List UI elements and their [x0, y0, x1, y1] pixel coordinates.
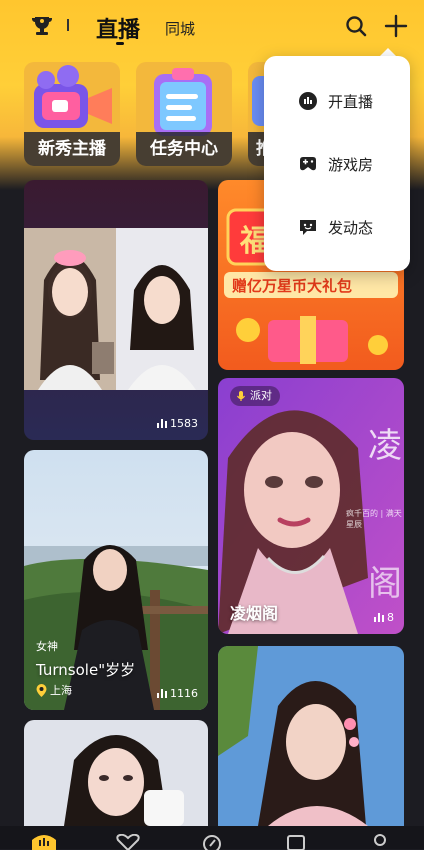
- bar-chart-icon: [157, 689, 167, 698]
- menu-item-label: 发动态: [328, 218, 374, 237]
- party-tag: 派对: [230, 386, 280, 406]
- menu-caret: [380, 48, 396, 56]
- profile-icon[interactable]: [366, 834, 394, 850]
- promo-banner-text: 赠亿万星币大礼包: [232, 277, 353, 295]
- top-header: 直播 同城: [0, 0, 424, 56]
- create-menu: 开直播 游戏房 发动态: [264, 56, 410, 271]
- home-live-icon[interactable]: [30, 834, 58, 850]
- party-tag-label: 派对: [250, 389, 272, 402]
- viewer-count: 1583: [157, 417, 198, 430]
- art-text-bottom: 阁: [368, 564, 402, 604]
- host-caption: 女神: [36, 640, 58, 653]
- feature-new-host[interactable]: 新秀主播: [24, 62, 120, 166]
- live-thumbnail: [24, 180, 208, 440]
- live-card-4[interactable]: 女神 Turnsole"岁岁 上海 1116: [24, 450, 208, 710]
- post-icon: [300, 220, 316, 235]
- menu-item-go-live[interactable]: 开直播: [264, 76, 410, 126]
- location-pin-icon: [36, 683, 47, 697]
- live-thumbnail: [218, 646, 404, 826]
- heart-icon[interactable]: [114, 834, 142, 850]
- menu-item-label: 开直播: [328, 92, 374, 111]
- microphone-icon: [237, 391, 245, 401]
- menu-item-post[interactable]: 发动态: [264, 202, 410, 252]
- art-text-top: 凌: [368, 426, 402, 466]
- location: 上海: [36, 682, 72, 698]
- bottom-tab-bar: [0, 826, 424, 850]
- feature-label: 任务中心: [136, 132, 232, 166]
- gamepad-icon: [300, 157, 316, 171]
- location-label: 上海: [50, 684, 72, 697]
- plus-icon[interactable]: [383, 13, 409, 39]
- bar-chart-icon: [157, 419, 167, 428]
- tab-live[interactable]: 直播: [96, 12, 140, 44]
- viewer-count: 8: [374, 611, 394, 624]
- active-tab-indicator: [116, 42, 124, 45]
- menu-item-game-room[interactable]: 游戏房: [264, 139, 410, 189]
- feature-label: 新秀主播: [24, 132, 120, 166]
- live-card-6[interactable]: [24, 720, 208, 826]
- room-title: 凌烟阁: [230, 604, 279, 623]
- viewer-count-value: 8: [387, 611, 394, 624]
- live-card-1[interactable]: 1583: [24, 180, 208, 440]
- feature-task-center[interactable]: 任务中心: [136, 62, 232, 166]
- compass-icon[interactable]: [198, 834, 226, 850]
- host-name: Turnsole"岁岁: [36, 661, 136, 679]
- header-divider: [67, 19, 69, 31]
- viewer-count-value: 1116: [170, 687, 198, 700]
- menu-item-label: 游戏房: [328, 155, 374, 174]
- live-thumbnail: [24, 720, 208, 826]
- bar-chart-icon: [374, 613, 384, 622]
- live-card-5[interactable]: [218, 646, 404, 826]
- live-card-party[interactable]: 凌 疯千百的 | 满天星辰 阁 派对 凌烟阁 8: [218, 378, 404, 634]
- viewer-count: 1116: [157, 687, 198, 700]
- search-icon[interactable]: [344, 14, 368, 38]
- message-icon[interactable]: [282, 834, 310, 850]
- art-text-small: 疯千百的 | 满天星辰: [346, 509, 402, 529]
- trophy-icon[interactable]: [30, 14, 54, 38]
- tab-city[interactable]: 同城: [165, 18, 195, 39]
- viewer-count-value: 1583: [170, 417, 198, 430]
- live-icon: [299, 92, 317, 110]
